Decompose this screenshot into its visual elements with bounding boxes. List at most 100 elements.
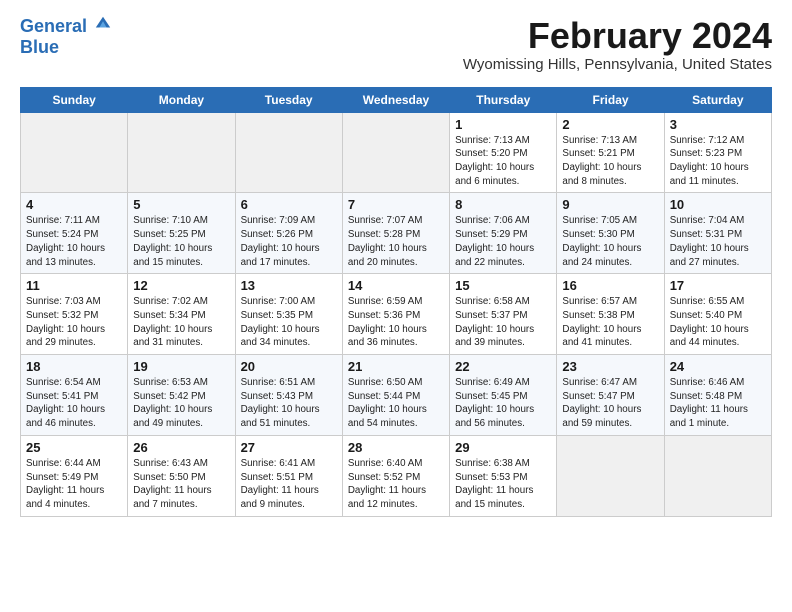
day-number: 19 [133, 359, 229, 374]
day-info: Sunrise: 7:05 AM Sunset: 5:30 PM Dayligh… [562, 214, 658, 269]
day-info: Sunrise: 7:02 AM Sunset: 5:34 PM Dayligh… [133, 295, 229, 350]
weekday-header-tuesday: Tuesday [235, 87, 342, 112]
calendar-cell: 20Sunrise: 6:51 AM Sunset: 5:43 PM Dayli… [235, 355, 342, 436]
day-info: Sunrise: 7:12 AM Sunset: 5:23 PM Dayligh… [670, 134, 766, 189]
calendar-cell: 23 Sunrise: 6:47 AM Sunset: 5:47 PM Dayli… [557, 355, 664, 436]
calendar-cell: 29 Sunrise: 6:38 AM Sunset: 5:53 PM Dayli… [450, 435, 557, 516]
day-number: 3 [670, 117, 766, 132]
day-number: 12 [133, 278, 229, 293]
day-info: Sunrise: 6:55 AM Sunset: 5:40 PM Dayligh… [670, 295, 766, 350]
calendar-cell: 16 Sunrise: 6:57 AM Sunset: 5:38 PM Dayli… [557, 274, 664, 355]
day-info: Sunrise: 6:41 AM Sunset: 5:51 PM Dayligh… [241, 457, 337, 512]
day-number: 2 [562, 117, 658, 132]
calendar-cell: 22 Sunrise: 6:49 AM Sunset: 5:45 PM Dayli… [450, 355, 557, 436]
day-info: Sunrise: 6:47 AM Sunset: 5:47 PM Dayligh… [562, 376, 658, 431]
day-info: Sunrise: 7:13 AM Sunset: 5:21 PM Dayligh… [562, 134, 658, 189]
calendar-week-2: 4Sunrise: 7:11 AM Sunset: 5:24 PM Daylig… [21, 193, 772, 274]
day-number: 16 [562, 278, 658, 293]
location-title: Wyomissing Hills, Pennsylvania, United S… [463, 56, 772, 73]
calendar-cell: 1 Sunrise: 7:13 AM Sunset: 5:20 PM Daylig… [450, 112, 557, 193]
day-info: Sunrise: 6:44 AM Sunset: 5:49 PM Dayligh… [26, 457, 122, 512]
day-info: Sunrise: 6:38 AM Sunset: 5:53 PM Dayligh… [455, 457, 551, 512]
day-number: 15 [455, 278, 551, 293]
weekday-header-row: SundayMondayTuesdayWednesdayThursdayFrid… [21, 87, 772, 112]
logo-text: General [20, 16, 112, 37]
day-info: Sunrise: 6:53 AM Sunset: 5:42 PM Dayligh… [133, 376, 229, 431]
logo-blue: Blue [20, 37, 112, 58]
day-info: Sunrise: 6:54 AM Sunset: 5:41 PM Dayligh… [26, 376, 122, 431]
day-info: Sunrise: 6:43 AM Sunset: 5:50 PM Dayligh… [133, 457, 229, 512]
calendar-week-4: 18 Sunrise: 6:54 AM Sunset: 5:41 PM Dayli… [21, 355, 772, 436]
day-number: 29 [455, 440, 551, 455]
weekday-header-friday: Friday [557, 87, 664, 112]
calendar-cell: 13Sunrise: 7:00 AM Sunset: 5:35 PM Dayli… [235, 274, 342, 355]
day-info: Sunrise: 7:06 AM Sunset: 5:29 PM Dayligh… [455, 214, 551, 269]
day-info: Sunrise: 6:58 AM Sunset: 5:37 PM Dayligh… [455, 295, 551, 350]
top-row: General Blue February 2024 Wyomissing Hi… [20, 16, 772, 85]
calendar-cell: 24 Sunrise: 6:46 AM Sunset: 5:48 PM Dayli… [664, 355, 771, 436]
calendar-week-3: 11 Sunrise: 7:03 AM Sunset: 5:32 PM Dayli… [21, 274, 772, 355]
day-info: Sunrise: 7:10 AM Sunset: 5:25 PM Dayligh… [133, 214, 229, 269]
day-number: 22 [455, 359, 551, 374]
month-title: February 2024 [463, 16, 772, 56]
weekday-header-monday: Monday [128, 87, 235, 112]
calendar-cell: 10 Sunrise: 7:04 AM Sunset: 5:31 PM Dayli… [664, 193, 771, 274]
day-info: Sunrise: 7:09 AM Sunset: 5:26 PM Dayligh… [241, 214, 337, 269]
day-info: Sunrise: 7:07 AM Sunset: 5:28 PM Dayligh… [348, 214, 444, 269]
weekday-header-thursday: Thursday [450, 87, 557, 112]
day-number: 1 [455, 117, 551, 132]
day-info: Sunrise: 6:50 AM Sunset: 5:44 PM Dayligh… [348, 376, 444, 431]
calendar-cell: 19 Sunrise: 6:53 AM Sunset: 5:42 PM Dayli… [128, 355, 235, 436]
day-number: 28 [348, 440, 444, 455]
day-number: 23 [562, 359, 658, 374]
day-number: 6 [241, 197, 337, 212]
calendar-cell: 9Sunrise: 7:05 AM Sunset: 5:30 PM Daylig… [557, 193, 664, 274]
day-number: 26 [133, 440, 229, 455]
day-number: 24 [670, 359, 766, 374]
calendar-cell: 11 Sunrise: 7:03 AM Sunset: 5:32 PM Dayli… [21, 274, 128, 355]
calendar-cell: 21 Sunrise: 6:50 AM Sunset: 5:44 PM Dayli… [342, 355, 449, 436]
day-info: Sunrise: 6:57 AM Sunset: 5:38 PM Dayligh… [562, 295, 658, 350]
day-info: Sunrise: 6:40 AM Sunset: 5:52 PM Dayligh… [348, 457, 444, 512]
calendar-cell [342, 112, 449, 193]
weekday-header-saturday: Saturday [664, 87, 771, 112]
day-info: Sunrise: 6:49 AM Sunset: 5:45 PM Dayligh… [455, 376, 551, 431]
calendar-cell: 17 Sunrise: 6:55 AM Sunset: 5:40 PM Dayli… [664, 274, 771, 355]
day-number: 11 [26, 278, 122, 293]
day-number: 18 [26, 359, 122, 374]
day-number: 21 [348, 359, 444, 374]
calendar-cell: 8 Sunrise: 7:06 AM Sunset: 5:29 PM Daylig… [450, 193, 557, 274]
day-number: 27 [241, 440, 337, 455]
calendar-cell: 28 Sunrise: 6:40 AM Sunset: 5:52 PM Dayli… [342, 435, 449, 516]
day-number: 25 [26, 440, 122, 455]
calendar-cell: 6 Sunrise: 7:09 AM Sunset: 5:26 PM Daylig… [235, 193, 342, 274]
calendar-week-1: 1 Sunrise: 7:13 AM Sunset: 5:20 PM Daylig… [21, 112, 772, 193]
calendar-cell: 3 Sunrise: 7:12 AM Sunset: 5:23 PM Daylig… [664, 112, 771, 193]
day-number: 5 [133, 197, 229, 212]
calendar-cell [235, 112, 342, 193]
logo-icon [94, 14, 112, 32]
weekday-header-sunday: Sunday [21, 87, 128, 112]
day-info: Sunrise: 6:46 AM Sunset: 5:48 PM Dayligh… [670, 376, 766, 431]
day-info: Sunrise: 7:00 AM Sunset: 5:35 PM Dayligh… [241, 295, 337, 350]
calendar-cell: 25 Sunrise: 6:44 AM Sunset: 5:49 PM Dayli… [21, 435, 128, 516]
calendar-week-5: 25 Sunrise: 6:44 AM Sunset: 5:49 PM Dayli… [21, 435, 772, 516]
calendar-cell: 4Sunrise: 7:11 AM Sunset: 5:24 PM Daylig… [21, 193, 128, 274]
title-section: February 2024 Wyomissing Hills, Pennsylv… [463, 16, 772, 81]
calendar-cell: 5 Sunrise: 7:10 AM Sunset: 5:25 PM Daylig… [128, 193, 235, 274]
day-number: 7 [348, 197, 444, 212]
day-number: 20 [241, 359, 337, 374]
day-info: Sunrise: 7:13 AM Sunset: 5:20 PM Dayligh… [455, 134, 551, 189]
calendar-cell: 2 Sunrise: 7:13 AM Sunset: 5:21 PM Daylig… [557, 112, 664, 193]
day-number: 8 [455, 197, 551, 212]
day-info: Sunrise: 7:04 AM Sunset: 5:31 PM Dayligh… [670, 214, 766, 269]
day-info: Sunrise: 6:59 AM Sunset: 5:36 PM Dayligh… [348, 295, 444, 350]
calendar-cell: 18 Sunrise: 6:54 AM Sunset: 5:41 PM Dayli… [21, 355, 128, 436]
calendar-cell: 12 Sunrise: 7:02 AM Sunset: 5:34 PM Dayli… [128, 274, 235, 355]
calendar-table: SundayMondayTuesdayWednesdayThursdayFrid… [20, 87, 772, 517]
calendar-cell: 27 Sunrise: 6:41 AM Sunset: 5:51 PM Dayli… [235, 435, 342, 516]
day-number: 17 [670, 278, 766, 293]
calendar-cell [21, 112, 128, 193]
day-info: Sunrise: 7:03 AM Sunset: 5:32 PM Dayligh… [26, 295, 122, 350]
day-number: 10 [670, 197, 766, 212]
